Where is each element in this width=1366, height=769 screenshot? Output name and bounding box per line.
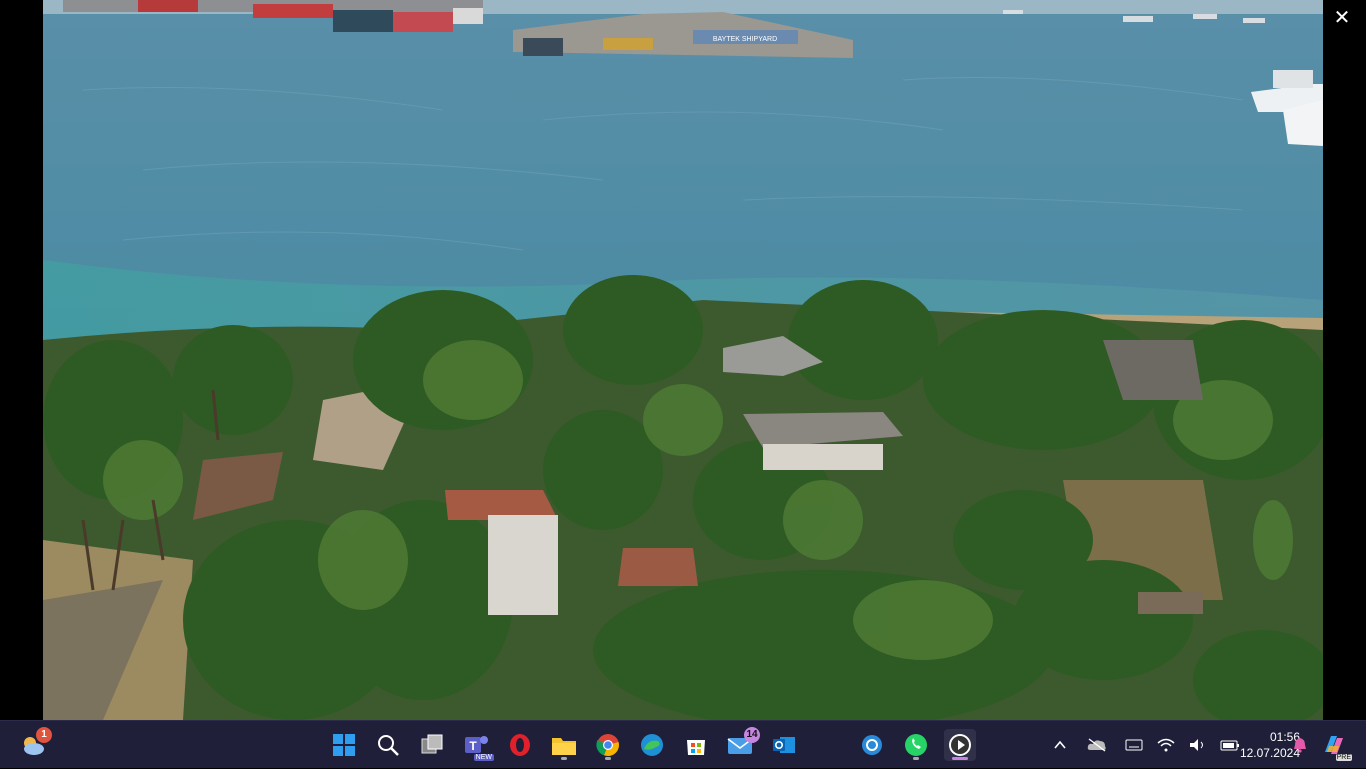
close-button[interactable]: ✕ (1330, 6, 1354, 30)
folder-icon (552, 738, 576, 755)
search-icon (378, 735, 399, 756)
onedrive-icon[interactable] (1086, 734, 1108, 756)
search-button[interactable] (372, 729, 404, 761)
task-view-icon (421, 734, 443, 754)
teams-app[interactable]: T NEW (460, 729, 494, 761)
edge-icon (641, 734, 663, 756)
play-icon (949, 734, 971, 756)
running-indicator (605, 757, 611, 760)
weather-badge: 1 (36, 727, 52, 743)
outlook-app[interactable] (768, 729, 800, 761)
shipyard-sign: BAYTEK SHIPYARD (713, 36, 777, 43)
svg-text:T: T (469, 739, 477, 753)
volume-icon[interactable] (1187, 734, 1209, 756)
wifi-icon[interactable] (1155, 734, 1177, 756)
weather-widget[interactable]: 1 (16, 727, 52, 761)
file-explorer-app[interactable] (548, 729, 580, 761)
store-icon (687, 740, 705, 755)
photo-viewer: BAYTEK SHIPYARD ✕ (0, 0, 1366, 720)
outlook-icon (773, 737, 795, 753)
shield-icon (862, 735, 882, 755)
opera-app[interactable] (504, 729, 536, 761)
mail-badge: 14 (744, 727, 760, 743)
task-view-button[interactable] (416, 729, 448, 761)
start-button[interactable] (328, 729, 360, 761)
edge-app[interactable] (636, 729, 668, 761)
mail-app[interactable]: 14 (724, 727, 760, 761)
bell-icon (1294, 738, 1306, 753)
photo-image: BAYTEK SHIPYARD (43, 0, 1323, 720)
copilot-button[interactable]: PRE (1318, 729, 1352, 761)
system-tray (1044, 721, 1246, 769)
chrome-icon (596, 734, 619, 757)
opera-icon (510, 734, 530, 756)
whatsapp-app[interactable] (900, 729, 932, 761)
windows-icon (333, 734, 355, 756)
running-indicator (913, 757, 919, 760)
notifications-button[interactable] (1284, 729, 1316, 761)
whatsapp-icon (905, 734, 927, 756)
aerial-coast-photo: BAYTEK SHIPYARD (43, 0, 1323, 720)
running-indicator (561, 757, 567, 760)
media-player-app[interactable] (944, 729, 976, 761)
security-app[interactable] (856, 729, 888, 761)
chevron-up-icon[interactable] (1049, 734, 1071, 756)
copilot-pre-tag: PRE (1335, 754, 1352, 761)
keyboard-icon[interactable] (1123, 734, 1145, 756)
active-indicator (952, 757, 968, 760)
teams-new-tag: NEW (473, 754, 494, 761)
store-app[interactable] (680, 729, 712, 761)
chrome-app[interactable] (592, 729, 624, 761)
taskbar: 1 T NEW 14 01:56 12.07.2024 PRE (0, 720, 1366, 768)
